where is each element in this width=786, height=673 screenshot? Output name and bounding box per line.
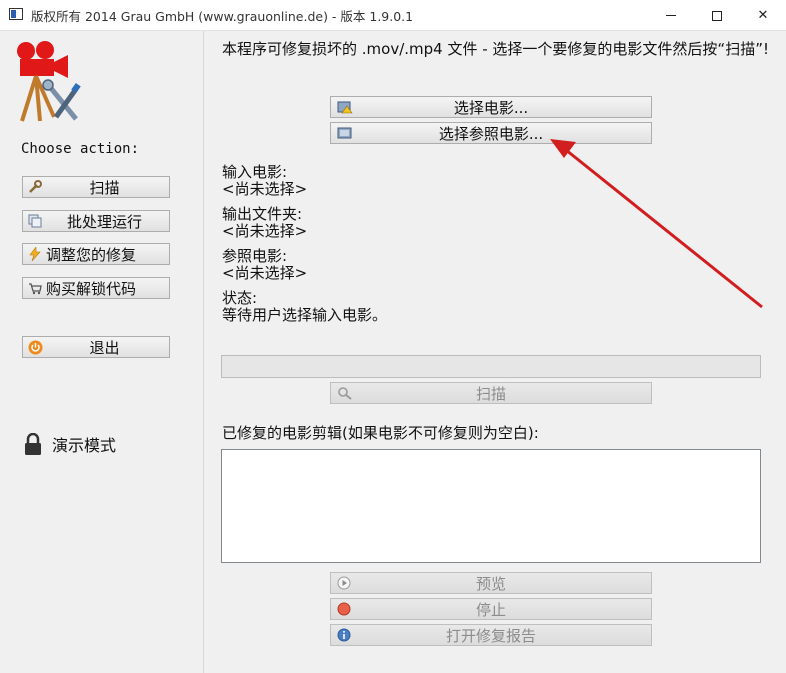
sidebar: Choose action: 扫描 批处理运行 调整您的修复 购买解锁代码 退出 (0, 31, 204, 673)
movie-warning-icon (337, 101, 353, 114)
maximize-button[interactable] (694, 0, 740, 31)
magnifier-icon (338, 387, 352, 400)
scan-side-button[interactable]: 扫描 (22, 176, 170, 198)
status-label: 状态: (222, 289, 258, 307)
adjust-repair-button[interactable]: 调整您的修复 (22, 243, 170, 265)
maximize-icon (712, 10, 722, 21)
select-movie-button-label: 选择电影... (453, 98, 529, 117)
scan-side-button-label: 扫描 (89, 178, 120, 197)
close-icon: ✕ (757, 8, 769, 23)
info-icon (337, 628, 351, 642)
select-reference-movie-button-label: 选择参照电影... (438, 124, 544, 143)
output-folder-label: 输出文件夹: (222, 205, 303, 223)
batch-icon (26, 213, 44, 229)
select-movie-button[interactable]: 选择电影... (330, 96, 652, 118)
progress-bar (221, 355, 761, 378)
batch-run-button-label: 批处理运行 (66, 212, 142, 231)
demo-mode-indicator: 演示模式 (24, 432, 116, 456)
lock-icon (25, 433, 41, 455)
stop-button[interactable]: 停止 (330, 598, 652, 620)
window-title: 版权所有 2014 Grau GmbH (www.grauonline.de) … (31, 9, 414, 24)
scan-button[interactable]: 扫描 (330, 382, 652, 404)
cart-icon (26, 280, 44, 296)
input-movie-value: <尚未选择> (222, 180, 308, 198)
buy-unlock-code-button[interactable]: 购买解锁代码 (22, 277, 170, 299)
logo-camera-tools-icon (17, 41, 81, 122)
app-icon (9, 8, 23, 20)
close-button[interactable]: ✕ (740, 0, 786, 31)
wrench-icon (26, 179, 44, 195)
status-value: 等待用户选择输入电影。 (222, 306, 388, 324)
main-panel: 本程序可修复损坏的 .mov/.mp4 文件 - 选择一个要修复的电影文件然后按… (205, 31, 786, 673)
repaired-clips-list[interactable] (221, 449, 761, 563)
instructions-text: 本程序可修复损坏的 .mov/.mp4 文件 - 选择一个要修复的电影文件然后按… (222, 40, 769, 58)
lightning-icon (26, 246, 44, 262)
play-icon (337, 576, 351, 590)
open-repair-report-button[interactable]: 打开修复报告 (330, 624, 652, 646)
exit-button[interactable]: 退出 (22, 336, 170, 358)
movie-icon (337, 127, 352, 139)
buy-unlock-code-button-label: 购买解锁代码 (46, 279, 137, 298)
stop-button-label: 停止 (475, 600, 506, 619)
input-movie-label: 输入电影: (222, 163, 288, 181)
demo-mode-label: 演示模式 (52, 436, 117, 455)
reference-movie-value: <尚未选择> (222, 264, 308, 282)
repaired-clips-label: 已修复的电影剪辑(如果电影不可修复则为空白): (222, 424, 539, 442)
select-reference-movie-button[interactable]: 选择参照电影... (330, 122, 652, 144)
minimize-icon (666, 15, 676, 16)
exit-button-label: 退出 (89, 338, 120, 357)
choose-action-label: Choose action: (21, 141, 140, 157)
batch-run-button[interactable]: 批处理运行 (22, 210, 170, 232)
stop-icon (337, 602, 351, 616)
open-repair-report-button-label: 打开修复报告 (445, 626, 536, 645)
preview-button-label: 预览 (475, 574, 506, 593)
scan-button-label: 扫描 (475, 384, 506, 403)
power-icon (26, 339, 44, 355)
minimize-button[interactable] (648, 0, 694, 31)
output-folder-value: <尚未选择> (222, 222, 308, 240)
adjust-repair-button-label: 调整您的修复 (46, 245, 137, 264)
reference-movie-label: 参照电影: (222, 247, 288, 265)
title-bar: 版权所有 2014 Grau GmbH (www.grauonline.de) … (0, 0, 786, 31)
preview-button[interactable]: 预览 (330, 572, 652, 594)
